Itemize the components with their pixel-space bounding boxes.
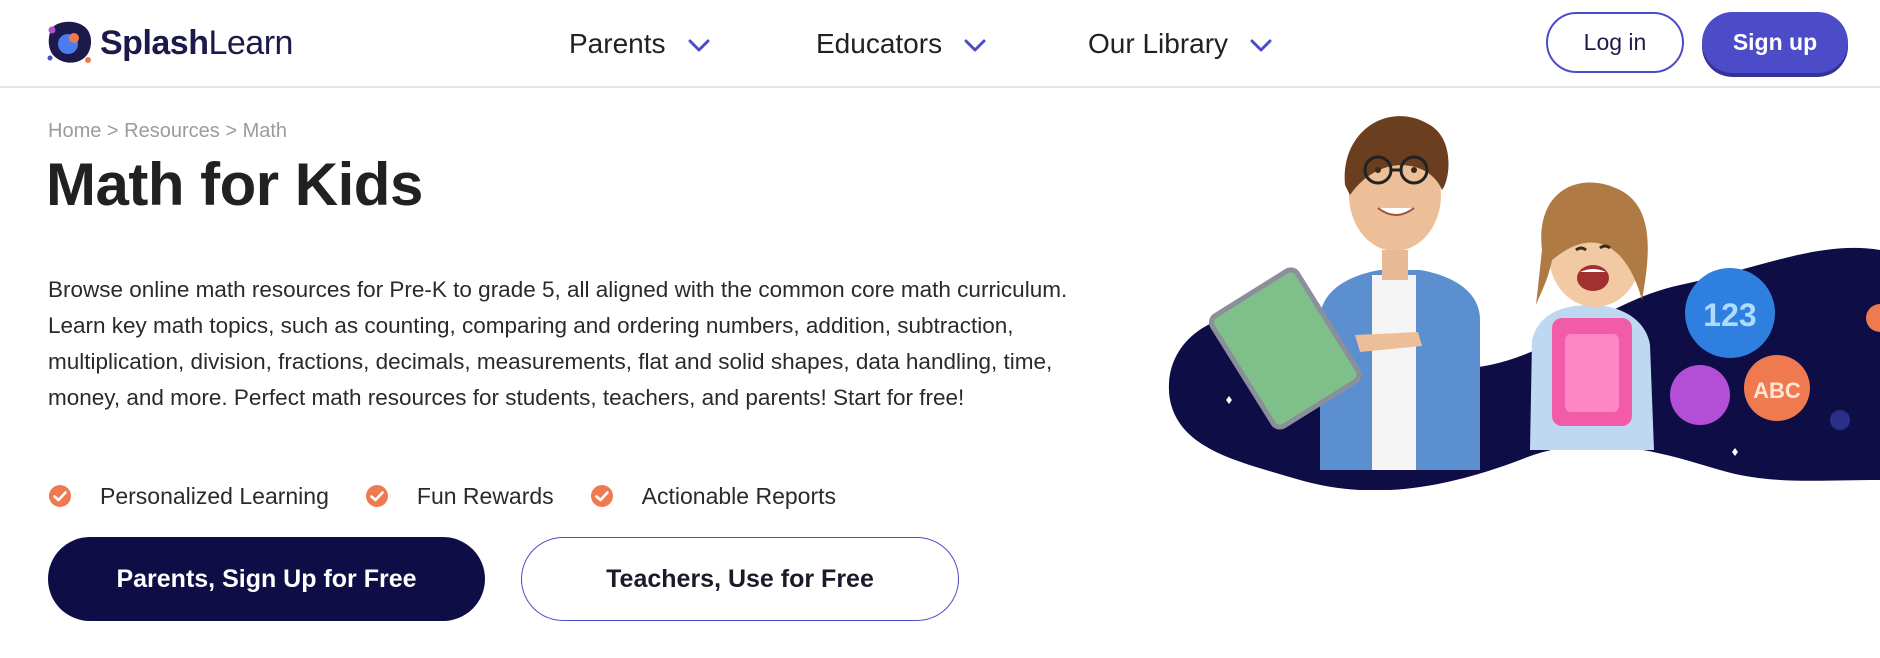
feature-label: Personalized Learning bbox=[100, 482, 329, 509]
feature-list: Personalized Learning Fun Rewards Action… bbox=[48, 480, 872, 512]
hero-illustration: 123 ABC bbox=[1168, 116, 1880, 490]
chevron-down-icon bbox=[688, 39, 709, 52]
nav-item-parents[interactable]: Parents bbox=[569, 24, 710, 64]
breadcrumb: Home > Resources > Math bbox=[48, 120, 287, 143]
chevron-down-icon bbox=[964, 39, 986, 52]
site-header: SplashLearn Parents Educators Our Librar… bbox=[0, 0, 1880, 88]
nav-label: Educators bbox=[816, 28, 943, 59]
brand-name-bold: Splash bbox=[100, 23, 209, 62]
breadcrumb-separator: > bbox=[101, 120, 125, 142]
breadcrumb-resources[interactable]: Resources bbox=[124, 120, 220, 142]
hero-decor-blob bbox=[1670, 365, 1730, 425]
splashlearn-logo[interactable]: SplashLearn bbox=[44, 18, 293, 68]
splashlearn-logo-icon bbox=[47, 21, 92, 63]
hero-boy-figure bbox=[1320, 116, 1480, 470]
breadcrumb-separator: > bbox=[219, 120, 243, 142]
feature-item: Personalized Learning bbox=[48, 483, 329, 510]
signup-button[interactable]: Sign up bbox=[1702, 12, 1848, 73]
brand-name-light: Learn bbox=[208, 23, 293, 62]
nav-label: Our Library bbox=[1088, 28, 1229, 59]
parents-signup-button[interactable]: Parents, Sign Up for Free bbox=[48, 537, 485, 621]
numbers-badge-icon: 123 bbox=[1685, 268, 1775, 358]
nav-item-educators[interactable]: Educators bbox=[816, 24, 986, 64]
feature-label: Fun Rewards bbox=[416, 482, 554, 509]
feature-label: Actionable Reports bbox=[641, 482, 837, 509]
breadcrumb-home[interactable]: Home bbox=[48, 120, 101, 142]
teachers-use-free-button[interactable]: Teachers, Use for Free bbox=[521, 537, 959, 621]
numbers-badge-text: 123 bbox=[1703, 297, 1756, 333]
nav-item-our-library[interactable]: Our Library bbox=[1088, 24, 1272, 64]
letters-badge-text: ABC bbox=[1753, 378, 1801, 403]
chevron-down-icon bbox=[1250, 39, 1272, 52]
check-badge-icon bbox=[49, 485, 71, 507]
page-description: Browse online math resources for Pre-K t… bbox=[48, 277, 1068, 410]
letters-badge-icon: ABC bbox=[1744, 355, 1810, 421]
breadcrumb-current: Math bbox=[242, 120, 288, 142]
hero-decor-dot bbox=[1830, 410, 1850, 430]
page-title: Math for Kids bbox=[46, 151, 423, 218]
check-badge-icon bbox=[590, 485, 613, 507]
nav-label: Parents bbox=[569, 28, 666, 59]
feature-item: Actionable Reports bbox=[590, 483, 836, 510]
check-badge-icon bbox=[365, 485, 388, 507]
login-button[interactable]: Log in bbox=[1546, 12, 1684, 73]
brand-name: SplashLearn bbox=[100, 24, 293, 63]
feature-item: Fun Rewards bbox=[365, 483, 554, 510]
